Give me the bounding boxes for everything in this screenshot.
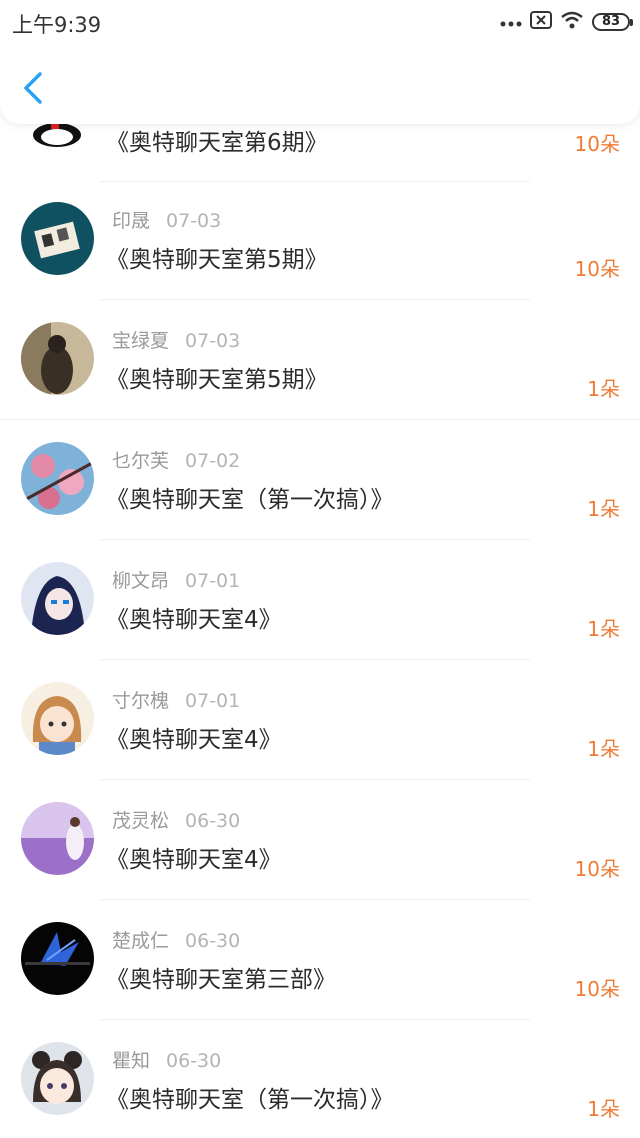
gift-title: 《奥特聊天室4》 [106,727,282,753]
gift-title: 《奥特聊天室（第一次搞）》 [106,487,394,513]
no-sim-icon [530,11,552,33]
gift-title: 《奥特聊天室第6期》 [106,130,328,156]
battery-icon: 83 [592,13,633,31]
flower-count: 10朵 [574,857,620,881]
avatar [21,682,94,755]
send-date: 07-03 [166,210,222,232]
sender-meta: 柳文昂 07-01 [112,566,240,593]
flower-count: 10朵 [574,132,620,156]
gift-title: 《奥特聊天室4》 [106,607,282,633]
nav-bar [0,44,640,124]
gift-title: 《奥特聊天室第三部》 [106,967,336,993]
more-dots-icon [500,13,522,32]
wifi-icon [560,11,584,33]
list-item[interactable]: 柳文昂 07-01 《奥特聊天室4》 1朵 [0,540,640,660]
avatar [21,922,94,995]
back-button[interactable] [18,70,50,106]
send-date: 06-30 [166,1050,222,1072]
gift-title: 《奥特聊天室第5期》 [106,247,328,273]
sender-meta: 茂灵松 06-30 [112,806,240,833]
avatar [21,202,94,275]
sender-meta: 印晟 07-03 [112,206,221,233]
gift-title: 《奥特聊天室（第一次搞）》 [106,1087,394,1113]
gift-title: 《奥特聊天室第5期》 [106,367,328,393]
avatar [21,802,94,875]
sender-meta: 瞿知 06-30 [112,1046,221,1073]
flower-count: 1朵 [587,617,620,641]
sender-meta: 楚成仁 06-30 [112,926,240,953]
list-item[interactable]: 瞿知 06-30 《奥特聊天室（第一次搞）》 1朵 [0,1020,640,1138]
status-bar: 上午9:39 83 [0,0,640,44]
chevron-left-icon [24,72,42,104]
avatar [21,442,94,515]
list-item[interactable]: 宝绿夏 07-03 《奥特聊天室第5期》 1朵 [0,300,640,420]
flower-count: 1朵 [587,377,620,401]
flower-count: 1朵 [587,737,620,761]
sender-meta: 乜尔芙 07-02 [112,446,240,473]
sender-name: 乜尔芙 [112,450,170,472]
send-date: 07-02 [185,450,241,472]
list-item[interactable]: 茂灵松 06-30 《奥特聊天室4》 10朵 [0,780,640,900]
list-item[interactable]: 印晟 07-03 《奥特聊天室第5期》 10朵 [0,180,640,300]
flower-count: 10朵 [574,257,620,281]
sender-name: 瞿知 [112,1050,151,1072]
avatar [21,1042,94,1115]
list-item[interactable]: 寸尔槐 07-01 《奥特聊天室4》 1朵 [0,660,640,780]
sender-name: 楚成仁 [112,930,170,952]
send-date: 07-01 [185,570,241,592]
sender-meta: 宝绿夏 07-03 [112,326,240,353]
avatar [21,322,94,395]
list-item[interactable]: 乜尔芙 07-02 《奥特聊天室（第一次搞）》 1朵 [0,420,640,540]
sender-name: 茂灵松 [112,810,170,832]
sender-name: 印晟 [112,210,151,232]
sender-name: 宝绿夏 [112,330,170,352]
gift-title: 《奥特聊天室4》 [106,847,282,873]
status-time: 上午9:39 [12,13,102,37]
flower-count: 1朵 [587,497,620,521]
send-date: 07-03 [185,330,241,352]
sender-name: 寸尔槐 [112,690,170,712]
sender-name: 柳文昂 [112,570,170,592]
send-date: 06-30 [185,930,241,952]
sender-meta: 寸尔槐 07-01 [112,686,240,713]
send-date: 06-30 [185,810,241,832]
avatar [21,562,94,635]
list-item[interactable]: 楚成仁 06-30 《奥特聊天室第三部》 10朵 [0,900,640,1020]
flower-count: 10朵 [574,977,620,1001]
flower-count: 1朵 [587,1097,620,1121]
status-icons: 83 [500,10,633,34]
send-date: 07-01 [185,690,241,712]
